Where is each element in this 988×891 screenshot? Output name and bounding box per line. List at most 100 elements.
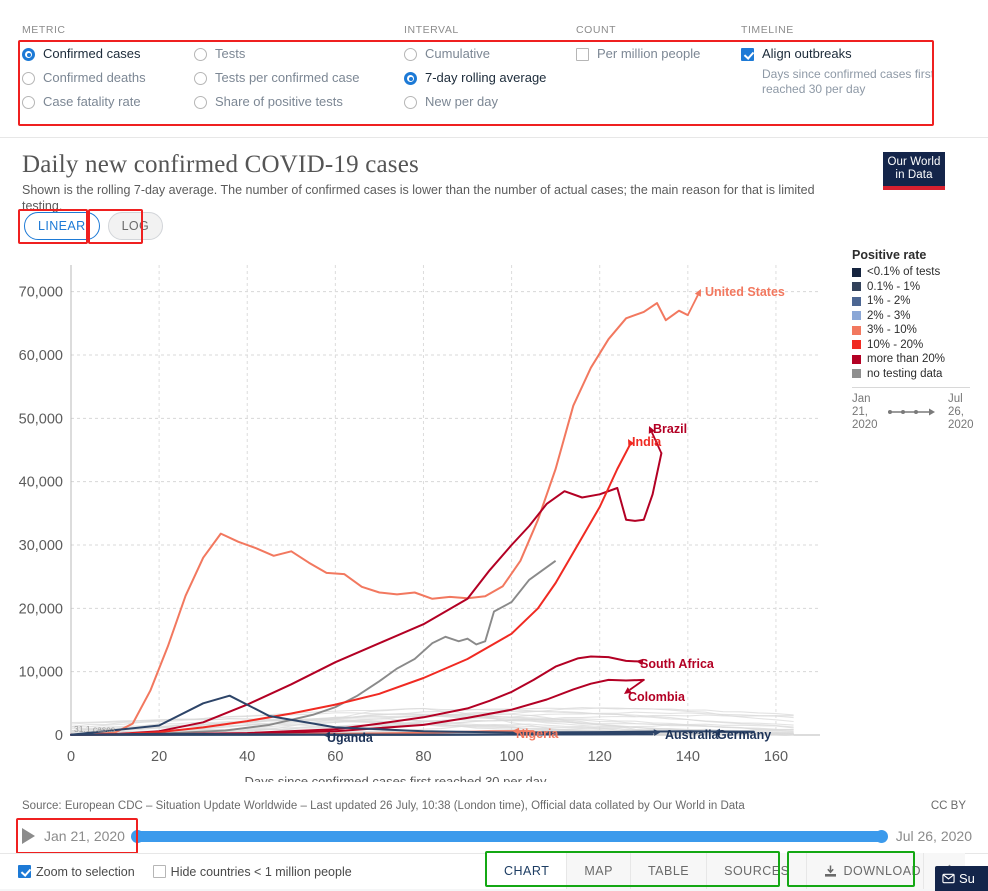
option-label: Per million people xyxy=(597,46,701,61)
x-axis-tick-label: 0 xyxy=(67,749,75,765)
chart-plot-area: 0 10,000 20,000 30,000 40,000 50,000 60,000 70,… xyxy=(0,252,845,782)
series-label[interactable]: Germany xyxy=(717,728,771,742)
subscribe-button[interactable]: Su xyxy=(935,866,988,891)
legend-entries: <0.1% of tests 0.1% - 1% 1% - 2% 2% - 3% 3% … xyxy=(852,266,982,380)
x-axis-tick-label: 140 xyxy=(676,749,700,765)
tab-table[interactable]: TABLE xyxy=(630,853,708,889)
x-axis-title: Days since confirmed cases first reached… xyxy=(244,774,547,782)
timeline-track[interactable] xyxy=(130,829,888,843)
legend-swatch-icon xyxy=(852,325,861,335)
chart-header: Daily new confirmed COVID-19 cases Shown… xyxy=(22,150,852,214)
legend-entry-label: 0.1% - 1% xyxy=(867,280,921,293)
series-leader-arrow xyxy=(686,289,701,316)
series-label[interactable]: United States xyxy=(705,285,785,299)
radio-tests[interactable]: Tests xyxy=(194,46,404,62)
legend-swatch-icon xyxy=(852,311,861,320)
option-label: Tests xyxy=(215,46,246,61)
end-year: 2020 xyxy=(948,418,974,431)
series-label[interactable]: Uganda xyxy=(327,731,373,745)
series-label[interactable]: Colombia xyxy=(628,690,685,704)
series-line[interactable] xyxy=(70,302,689,736)
tab-sources[interactable]: SOURCES xyxy=(707,853,808,889)
legend-entry[interactable]: 3% - 10% xyxy=(852,324,982,336)
radio-tests-per-confirmed-case[interactable]: Tests per confirmed case xyxy=(194,70,404,86)
legend-divider xyxy=(852,386,970,388)
series-label[interactable]: Australia xyxy=(665,728,719,742)
start-month: Jan xyxy=(852,392,871,405)
series-label[interactable]: South Africa xyxy=(640,657,714,671)
legend-entry[interactable]: no testing data xyxy=(852,368,982,380)
radio-cumulative[interactable]: Cumulative xyxy=(404,46,576,62)
checkbox-hide-small-countries[interactable]: Hide countries < 1 million people xyxy=(152,864,352,879)
legend-swatch-icon xyxy=(852,282,861,291)
license-label: CC BY xyxy=(930,800,966,812)
timeline-handle-end[interactable] xyxy=(874,829,888,843)
logo-line-1: Our World xyxy=(887,156,941,168)
x-axis-tick-label: 160 xyxy=(764,749,788,765)
play-button[interactable] xyxy=(16,824,40,848)
legend-entry[interactable]: 2% - 3% xyxy=(852,310,982,322)
scale-toggle-group: LINEAR LOG xyxy=(24,212,164,240)
y-axis-tick-label: 30,000 xyxy=(19,538,63,554)
y-axis-tick-label: 10,000 xyxy=(19,665,63,681)
legend-entry[interactable]: <0.1% of tests xyxy=(852,266,982,278)
series-label[interactable]: India xyxy=(632,435,661,449)
checkbox-label: Hide countries < 1 million people xyxy=(170,864,352,879)
timeline-slider-bar: Jan 21, 2020 Jul 26, 2020 xyxy=(16,818,972,854)
legend-entry[interactable]: more than 20% xyxy=(852,353,982,365)
y-axis-tick-label: 50,000 xyxy=(19,411,63,427)
legend-swatch-icon xyxy=(852,354,861,364)
radio-indicator-icon xyxy=(22,72,35,85)
legend-entry-label: 3% - 10% xyxy=(867,324,917,336)
radio-share-of-positive-tests[interactable]: Share of positive tests xyxy=(194,94,404,110)
series-label[interactable]: Brazil xyxy=(653,422,687,436)
timeline-handle-start[interactable] xyxy=(130,829,144,843)
x-axis-tick-label: 60 xyxy=(327,749,343,765)
option-label: Share of positive tests xyxy=(215,94,343,109)
checkbox-align-outbreaks[interactable]: Align outbreaks xyxy=(741,46,956,62)
radio-indicator-icon xyxy=(194,72,207,85)
scale-button-log[interactable]: LOG xyxy=(107,212,164,240)
download-button[interactable]: DOWNLOAD xyxy=(807,853,940,889)
checkbox-indicator-icon xyxy=(741,48,754,61)
play-icon xyxy=(22,828,35,844)
legend-time-range: Jan 21, 2020 Jul 26, 2020 xyxy=(852,393,982,432)
x-axis-tick-label: 80 xyxy=(415,749,431,765)
scale-button-linear[interactable]: LINEAR xyxy=(24,212,100,240)
timeline-end-date: Jul 26, 2020 xyxy=(895,828,972,844)
checkbox-zoom-to-selection[interactable]: Zoom to selection xyxy=(18,865,135,879)
legend-entry[interactable]: 0.1% - 1% xyxy=(852,281,982,293)
series-label[interactable]: Nigeria xyxy=(516,727,558,741)
radio-new-per-day[interactable]: New per day xyxy=(404,94,576,110)
interval-control-group: INTERVAL Cumulative 7-day rolling averag… xyxy=(404,24,576,118)
checkbox-indicator-icon xyxy=(18,865,31,878)
radio-7-day-rolling-average[interactable]: 7-day rolling average xyxy=(404,70,576,86)
download-label: DOWNLOAD xyxy=(843,864,922,878)
legend-entry[interactable]: 10% - 20% xyxy=(852,339,982,351)
legend-entry-label: 2% - 3% xyxy=(867,309,911,322)
checkbox-per-million-people[interactable]: Per million people xyxy=(576,46,741,62)
legend-entry[interactable]: 1% - 2% xyxy=(852,295,982,307)
download-icon xyxy=(824,865,837,878)
checkbox-label: Zoom to selection xyxy=(36,864,135,879)
x-axis-tick-label: 120 xyxy=(588,749,612,765)
radio-indicator-icon xyxy=(194,48,207,61)
owid-grapher-page: METRIC Confirmed cases Confirmed deaths … xyxy=(0,0,988,891)
page-title: Daily new confirmed COVID-19 cases xyxy=(22,151,419,178)
radio-confirmed-cases[interactable]: Confirmed cases xyxy=(22,46,194,62)
radio-case-fatality-rate[interactable]: Case fatality rate xyxy=(22,94,194,110)
legend-swatch-icon xyxy=(852,296,861,306)
radio-confirmed-deaths[interactable]: Confirmed deaths xyxy=(22,70,194,86)
option-label: Confirmed cases xyxy=(43,46,141,61)
count-heading: COUNT xyxy=(576,24,617,36)
chart-subtitle: Shown is the rolling 7-day average. The … xyxy=(22,183,815,213)
envelope-icon xyxy=(942,873,955,884)
tab-chart[interactable]: CHART xyxy=(487,853,568,889)
controls-panel: METRIC Confirmed cases Confirmed deaths … xyxy=(0,0,988,138)
align-outbreaks-note: Days since confirmed cases first reached… xyxy=(762,67,935,96)
checkbox-indicator-icon xyxy=(576,48,589,61)
tab-map[interactable]: MAP xyxy=(567,853,631,889)
series-line[interactable] xyxy=(70,442,632,736)
count-control-group: COUNT Per million people xyxy=(576,24,741,118)
y-axis-tick-label: 40,000 xyxy=(19,475,63,491)
